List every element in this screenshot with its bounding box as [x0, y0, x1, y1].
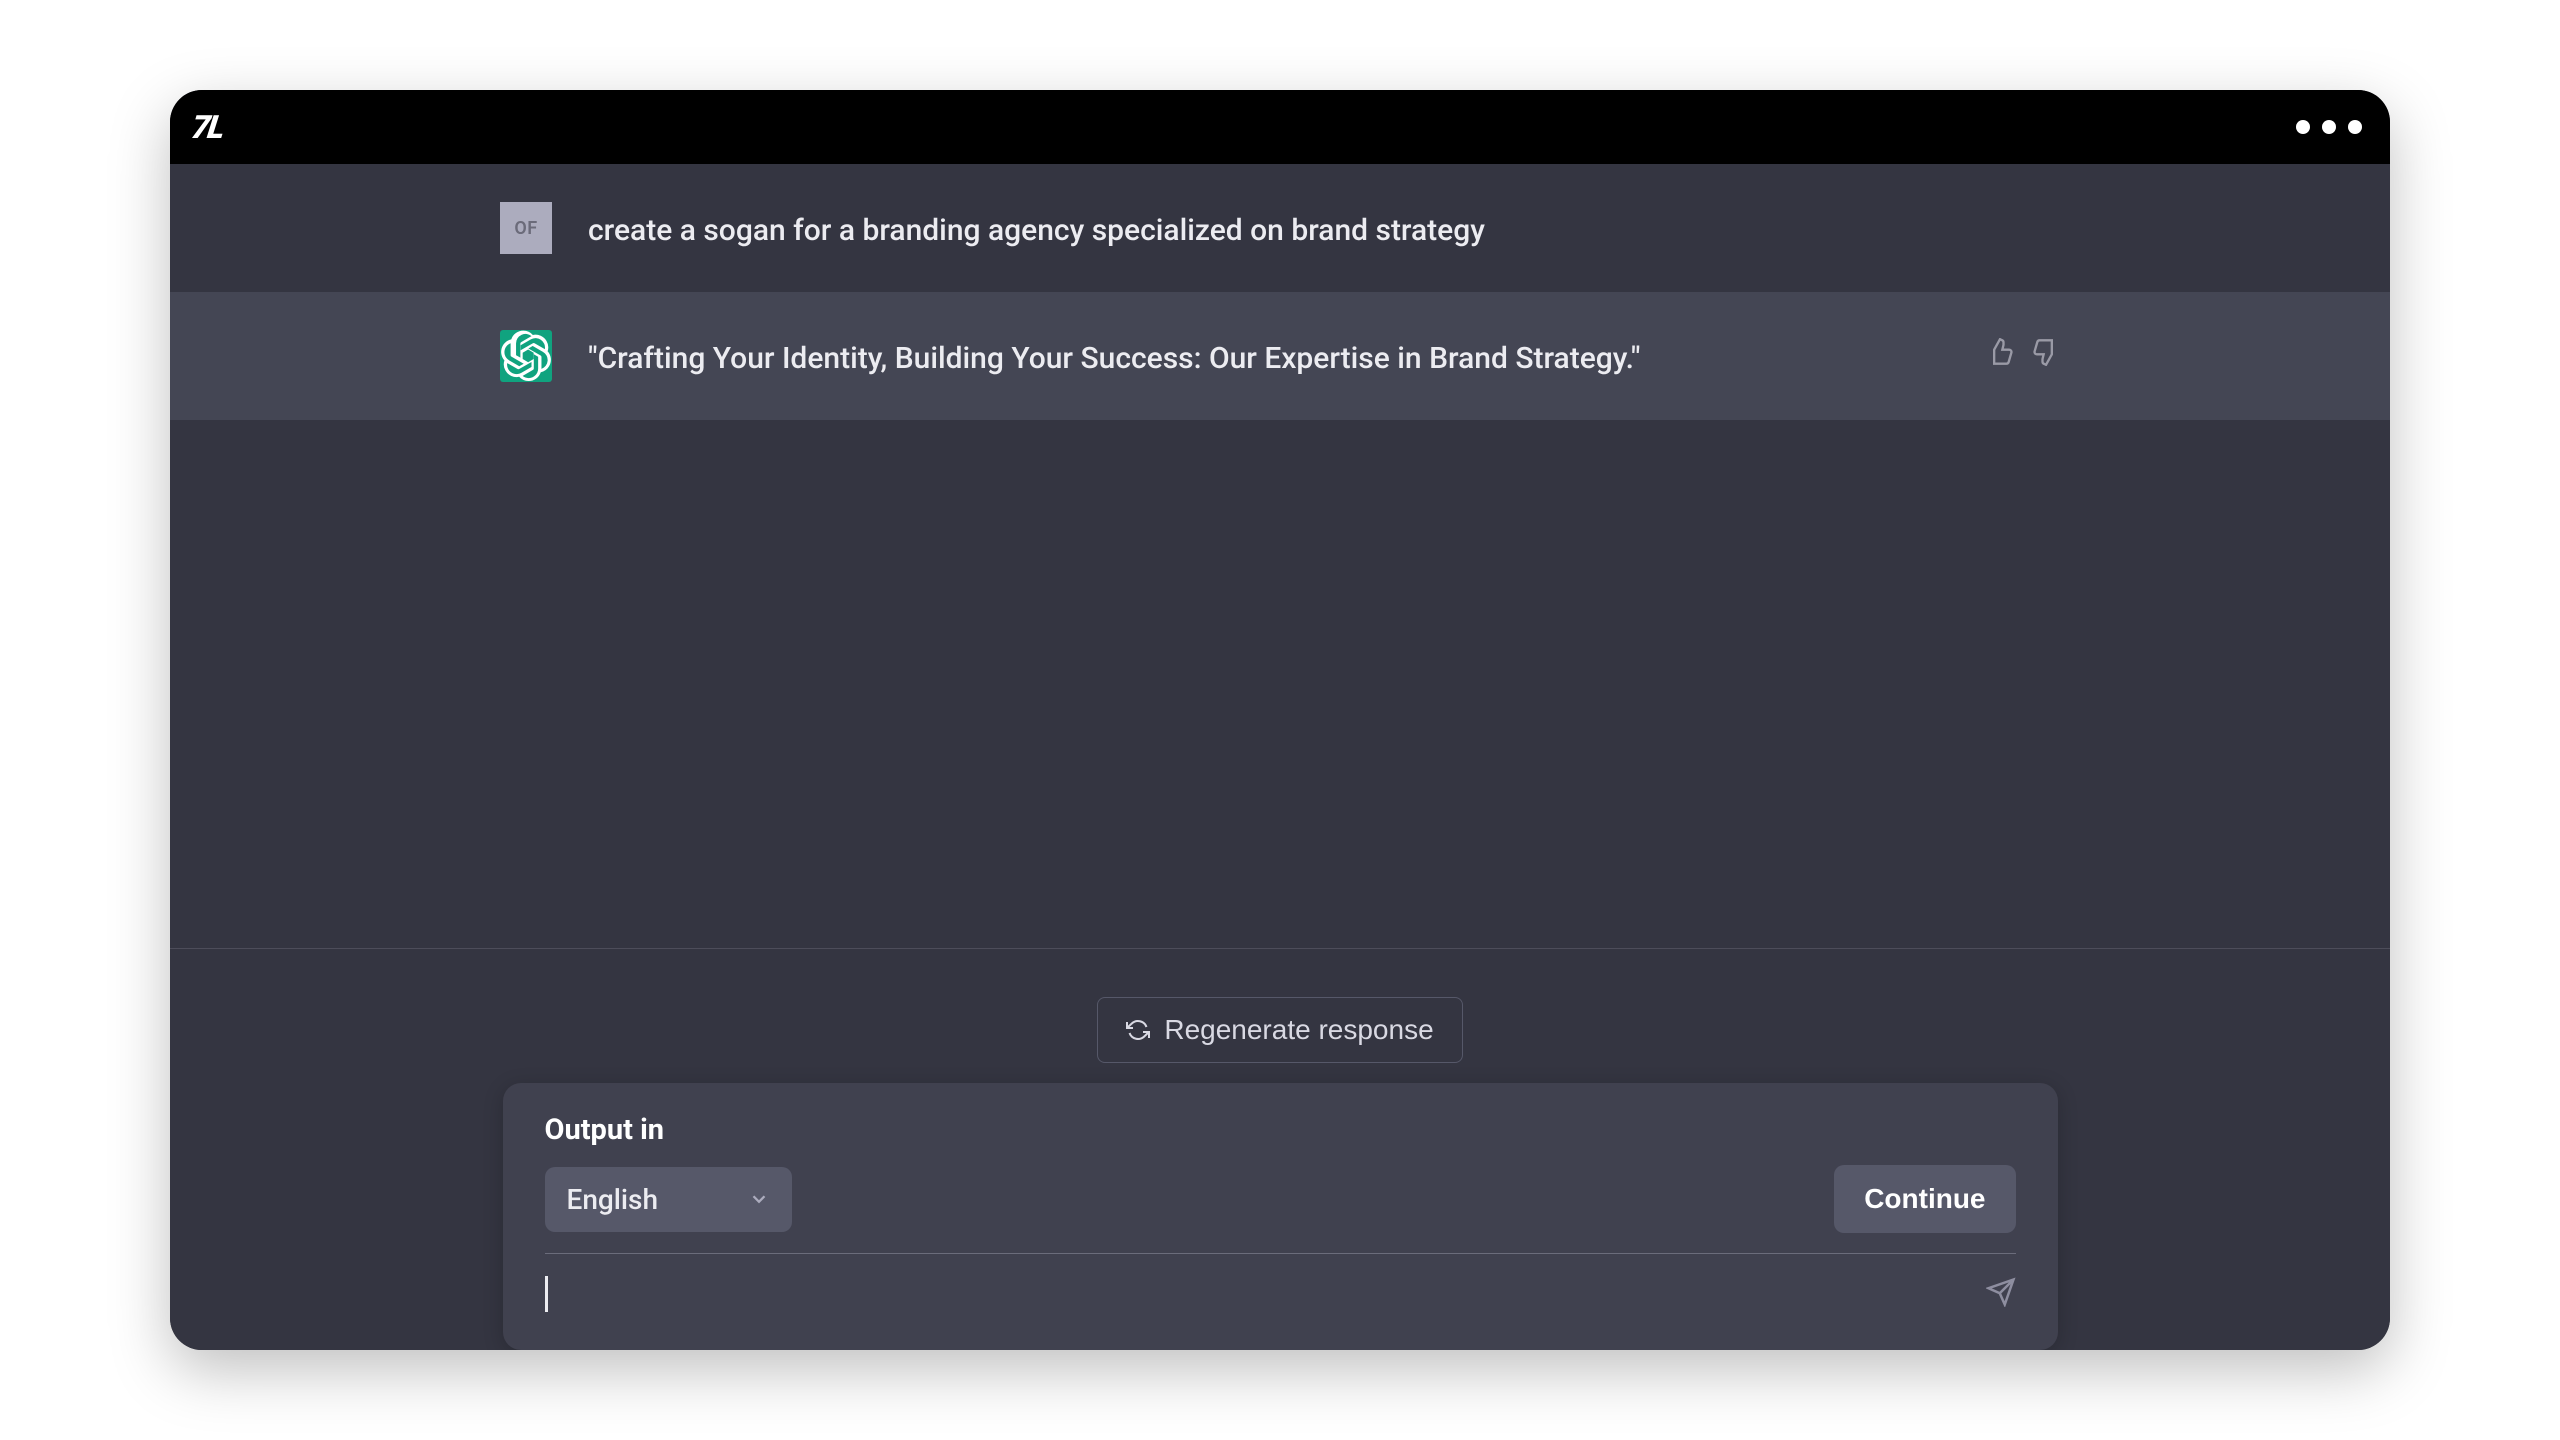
chevron-down-icon: [748, 1188, 770, 1210]
regenerate-button[interactable]: Regenerate response: [1097, 997, 1462, 1063]
chat-spacer: [170, 420, 2390, 948]
send-button[interactable]: [1986, 1277, 2016, 1311]
app-logo: 7L: [189, 108, 225, 146]
titlebar: 7L: [170, 90, 2390, 164]
message-input[interactable]: [568, 1278, 1966, 1310]
assistant-message-text: "Crafting Your Identity, Building Your S…: [588, 330, 1950, 381]
chat-area: OF create a sogan for a branding agency …: [170, 164, 2390, 1350]
message-input-row[interactable]: [545, 1254, 2016, 1334]
continue-button[interactable]: Continue: [1834, 1165, 2015, 1233]
send-icon: [1986, 1277, 2016, 1307]
input-card: Output in English Continue: [503, 1083, 2058, 1350]
thumbs-down-icon[interactable]: [2032, 338, 2060, 366]
text-cursor: [545, 1276, 548, 1312]
assistant-avatar: [500, 330, 552, 382]
language-selected: English: [567, 1183, 659, 1216]
window-dot-icon[interactable]: [2322, 120, 2336, 134]
bottom-panel: Regenerate response Output in English Co…: [170, 949, 2390, 1350]
language-select[interactable]: English: [545, 1167, 793, 1232]
window-dot-icon[interactable]: [2348, 120, 2362, 134]
window-controls[interactable]: [2296, 120, 2362, 134]
output-label: Output in: [545, 1113, 2016, 1147]
user-avatar: OF: [500, 202, 552, 254]
openai-logo-icon: [500, 330, 552, 382]
feedback-buttons: [1986, 330, 2060, 366]
refresh-icon: [1126, 1018, 1150, 1042]
user-message-text: create a sogan for a branding agency spe…: [588, 202, 2060, 253]
thumbs-up-icon[interactable]: [1986, 338, 2014, 366]
user-message-row: OF create a sogan for a branding agency …: [170, 164, 2390, 292]
app-window: 7L OF create a sogan for a branding agen…: [170, 90, 2390, 1350]
regenerate-label: Regenerate response: [1164, 1014, 1433, 1046]
assistant-message-row: "Crafting Your Identity, Building Your S…: [170, 292, 2390, 420]
window-dot-icon[interactable]: [2296, 120, 2310, 134]
